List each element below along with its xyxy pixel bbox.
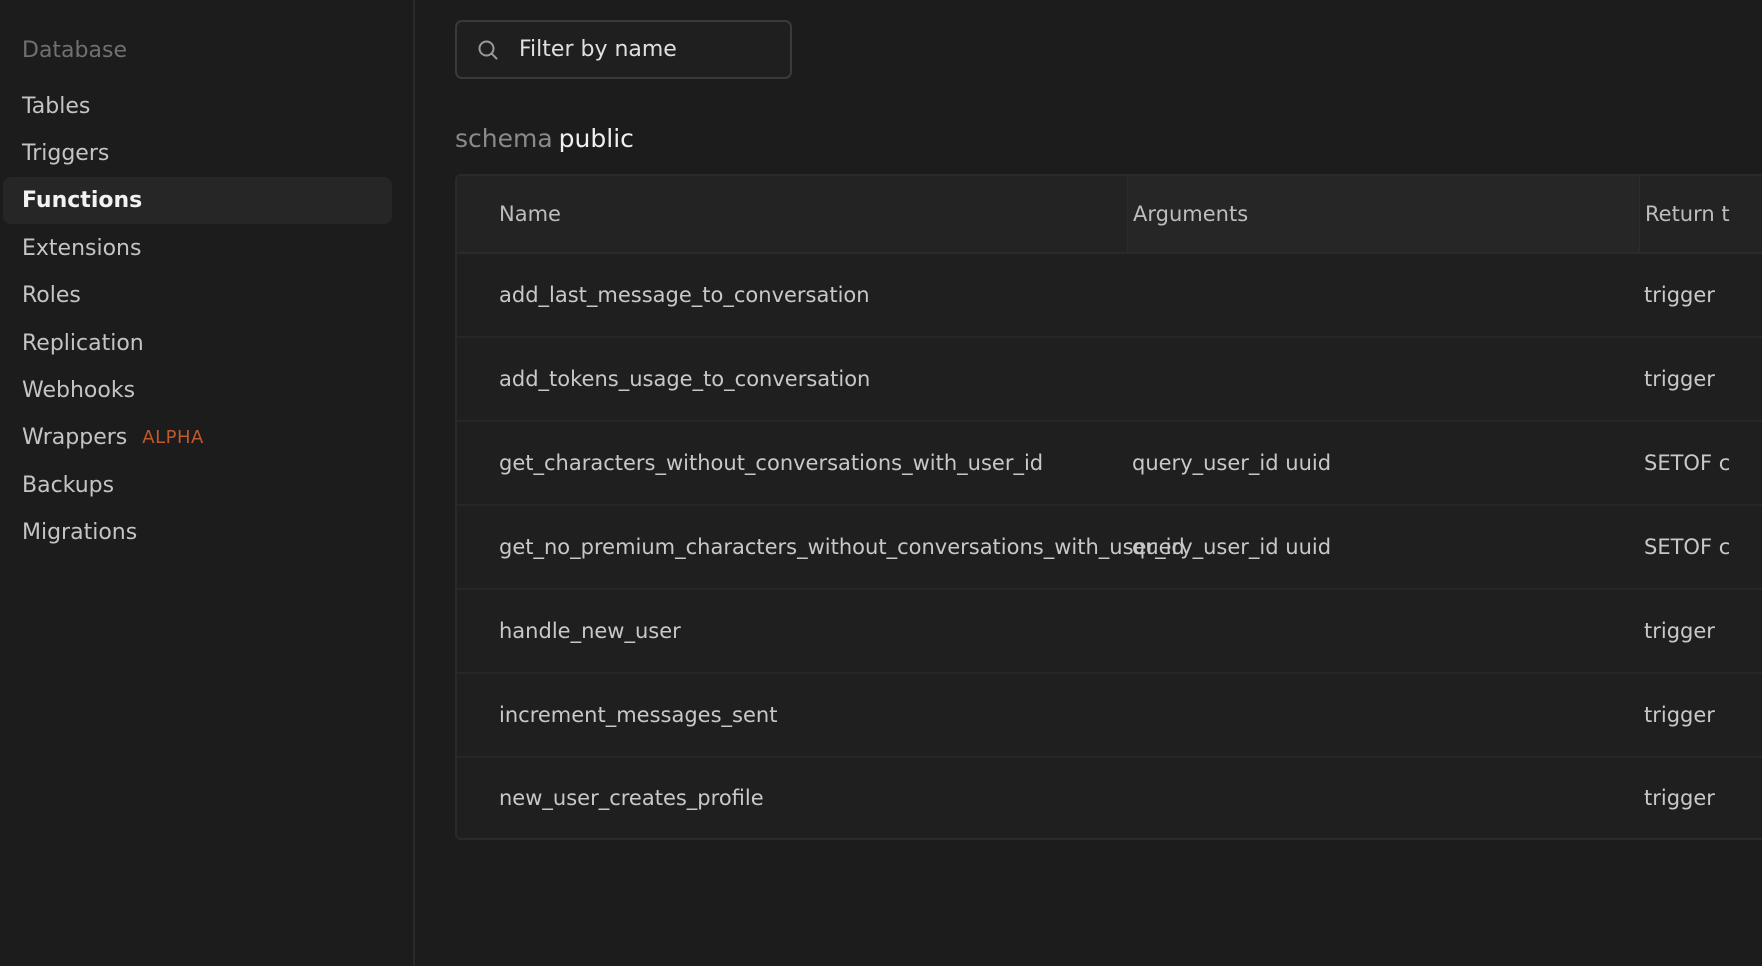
function-arguments — [1127, 338, 1639, 420]
function-arguments — [1127, 590, 1639, 672]
sidebar-item-tables[interactable]: Tables — [3, 83, 392, 130]
column-header-return-type: Return t — [1639, 176, 1730, 252]
function-name: get_characters_without_conversations_wit… — [499, 451, 1044, 475]
function-arguments: query_user_id uuid — [1132, 451, 1332, 475]
sidebar-item-label: Extensions — [22, 236, 142, 261]
sidebar-item-roles[interactable]: Roles — [3, 272, 392, 319]
table-row[interactable]: add_last_message_to_conversation trigger — [457, 254, 1762, 338]
search-icon — [477, 39, 499, 61]
function-arguments — [1127, 254, 1639, 336]
search-box[interactable] — [455, 20, 792, 79]
sidebar-item-label: Triggers — [22, 141, 110, 166]
alpha-badge: ALPHA — [142, 427, 204, 448]
sidebar-item-extensions[interactable]: Extensions — [3, 225, 392, 272]
table-row[interactable]: get_no_premium_characters_without_conver… — [457, 506, 1762, 590]
function-name: increment_messages_sent — [499, 703, 778, 727]
schema-heading: schema public — [455, 124, 634, 153]
function-return-type: trigger — [1644, 367, 1715, 391]
main-content: schemapublic Name Arguments Return t add… — [415, 0, 1762, 966]
function-return-type: SETOF c — [1644, 451, 1731, 475]
table-row[interactable]: handle_new_user trigger — [457, 590, 1762, 674]
function-arguments — [1127, 758, 1639, 838]
sidebar-item-webhooks[interactable]: Webhooks — [3, 367, 392, 414]
schema-name: public — [558, 124, 634, 153]
sidebar-item-label: Backups — [22, 473, 115, 498]
function-name: add_tokens_usage_to_conversation — [499, 367, 871, 391]
column-header-name: Name — [499, 202, 561, 226]
sidebar-item-triggers[interactable]: Triggers — [3, 130, 392, 177]
function-return-type: trigger — [1644, 619, 1715, 643]
function-name: get_no_premium_characters_without_conver… — [499, 535, 1185, 559]
sidebar: Database Tables Triggers Functions Exten… — [0, 0, 415, 966]
function-return-type: trigger — [1644, 283, 1715, 307]
sidebar-item-label: Roles — [22, 283, 81, 308]
schema-label: schema — [455, 124, 553, 153]
function-name: add_last_message_to_conversation — [499, 283, 870, 307]
sidebar-item-label: Functions — [22, 188, 143, 213]
sidebar-item-wrappers[interactable]: Wrappers ALPHA — [3, 414, 392, 461]
sidebar-item-functions[interactable]: Functions — [3, 177, 392, 224]
table-header: Name Arguments Return t — [457, 176, 1762, 254]
function-name: new_user_creates_profile — [499, 786, 764, 810]
sidebar-item-migrations[interactable]: Migrations — [3, 509, 392, 556]
sidebar-item-backups[interactable]: Backups — [3, 462, 392, 509]
search-input[interactable] — [519, 37, 769, 62]
sidebar-title: Database — [22, 38, 127, 63]
table-row[interactable]: increment_messages_sent trigger — [457, 674, 1762, 758]
function-return-type: SETOF c — [1644, 535, 1731, 559]
app-window: Database Tables Triggers Functions Exten… — [0, 0, 1762, 966]
function-name: handle_new_user — [499, 619, 681, 643]
table-row[interactable]: new_user_creates_profile trigger — [457, 758, 1762, 838]
sidebar-item-label: Tables — [22, 94, 91, 119]
functions-table: Name Arguments Return t add_last_message… — [455, 174, 1762, 840]
sidebar-item-replication[interactable]: Replication — [3, 320, 392, 367]
sidebar-item-label: Replication — [22, 331, 144, 356]
function-return-type: trigger — [1644, 786, 1715, 810]
function-arguments: query_user_id uuid — [1132, 535, 1332, 559]
column-header-arguments: Arguments — [1127, 176, 1639, 252]
table-row[interactable]: add_tokens_usage_to_conversation trigger — [457, 338, 1762, 422]
sidebar-item-label: Migrations — [22, 520, 138, 545]
function-return-type: trigger — [1644, 703, 1715, 727]
sidebar-item-label: Webhooks — [22, 378, 136, 403]
function-arguments — [1127, 674, 1639, 756]
sidebar-item-label: Wrappers — [22, 425, 128, 450]
table-row[interactable]: get_characters_without_conversations_wit… — [457, 422, 1762, 506]
